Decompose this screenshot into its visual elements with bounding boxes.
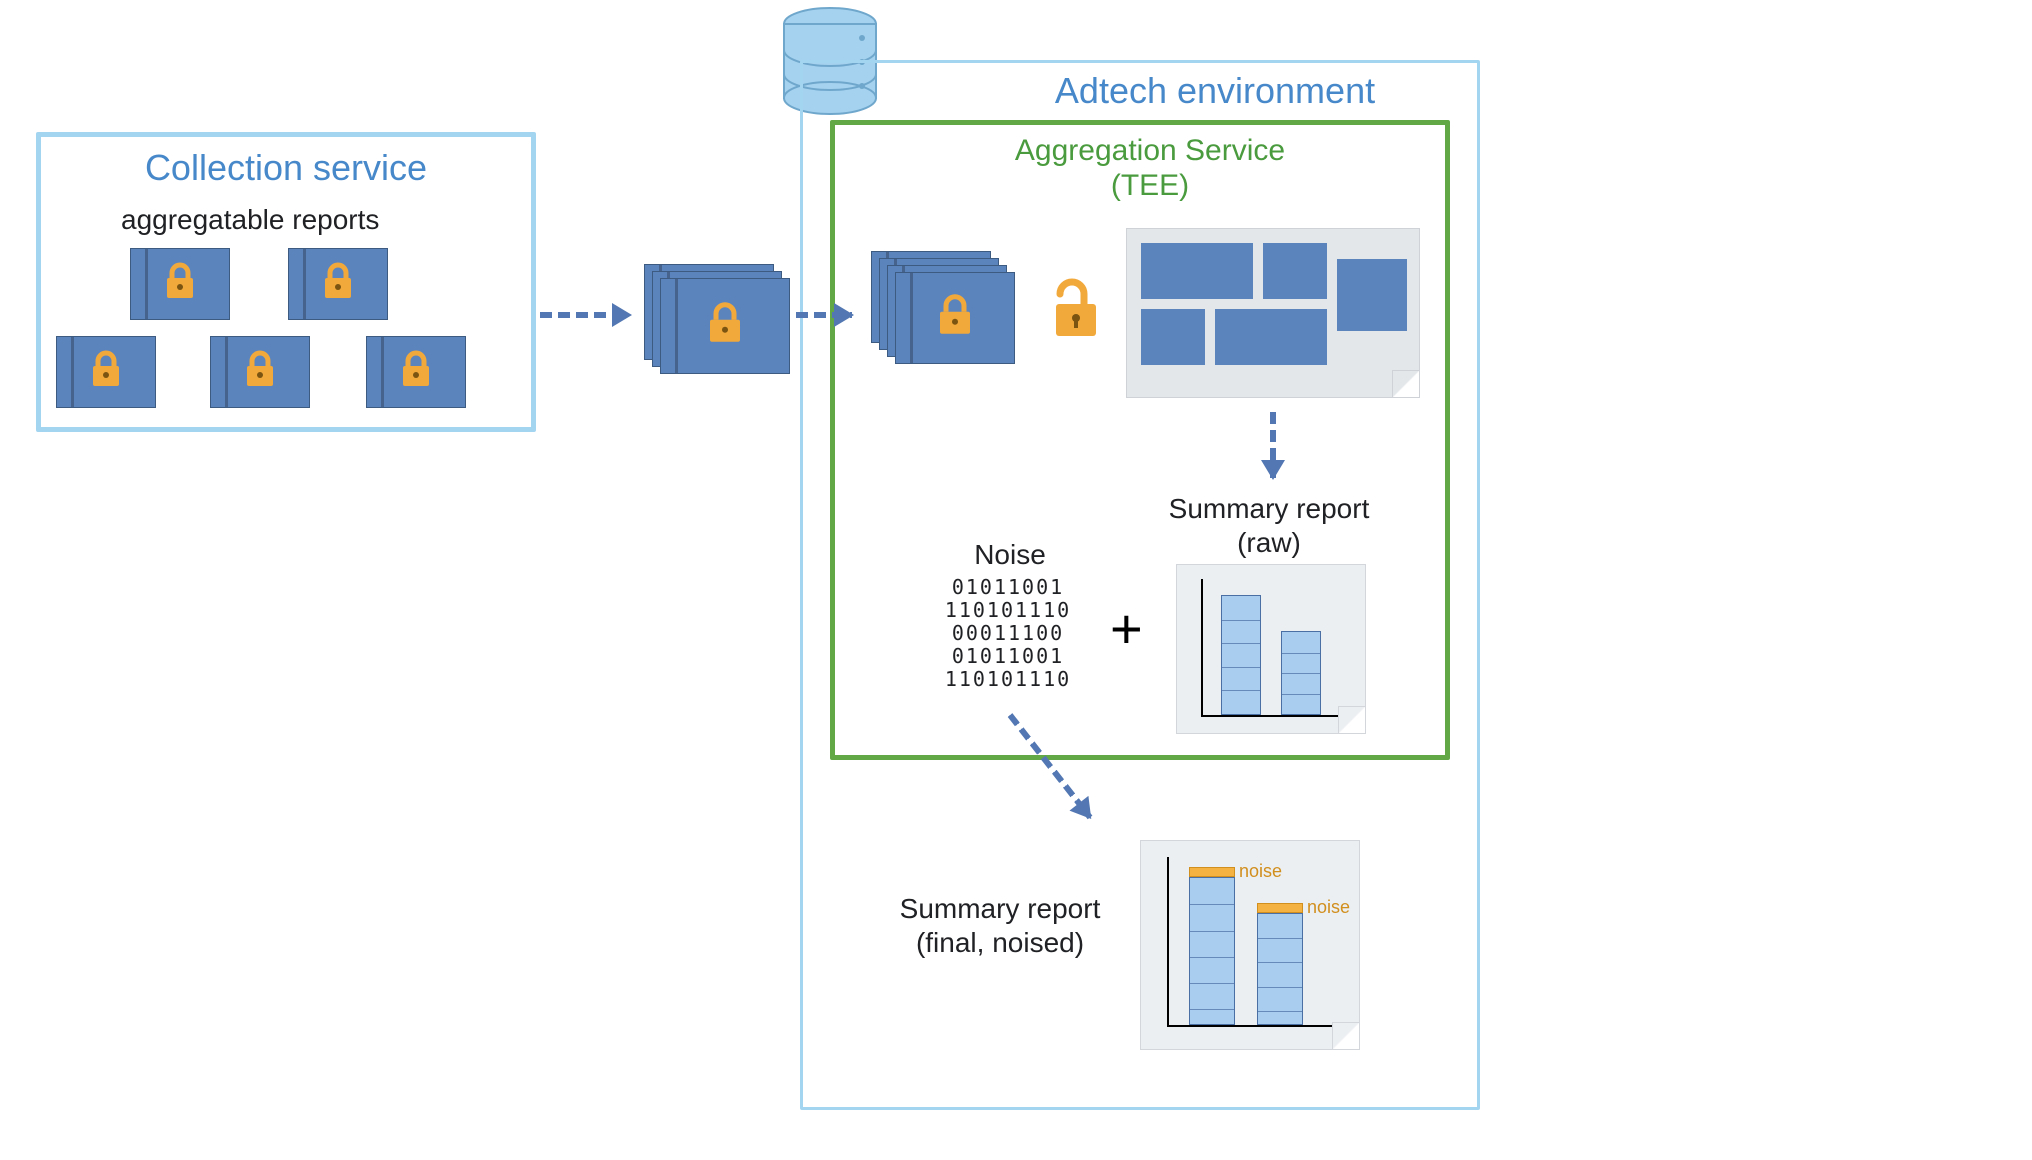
summary-raw-label: Summary report (raw) <box>1144 492 1394 559</box>
aggregation-service-title: Aggregation Service (TEE) <box>930 134 1370 203</box>
locked-doc <box>130 248 230 320</box>
locked-doc <box>210 336 310 408</box>
noise-bits: 01011001 110101110 00011100 01011001 110… <box>918 576 1098 691</box>
adtech-environment-title: Adtech environment <box>1000 70 1430 112</box>
lock-icon <box>163 262 197 302</box>
arrow-batch-to-aggregation <box>796 312 852 318</box>
noise-label: Noise <box>940 538 1080 572</box>
lock-icon <box>706 302 744 346</box>
arrow-to-raw-summary <box>1270 412 1276 478</box>
summary-raw-chart <box>1176 564 1366 734</box>
noise-tag: noise <box>1307 897 1350 918</box>
plus-symbol: + <box>1110 596 1143 661</box>
batched-reports-stack <box>660 278 790 374</box>
locked-doc <box>56 336 156 408</box>
collection-service-title: Collection service <box>41 147 531 189</box>
lock-icon <box>936 294 974 338</box>
encrypted-reports-stack <box>895 272 1015 364</box>
noise-tag: noise <box>1239 861 1282 882</box>
lock-icon <box>89 350 123 390</box>
lock-icon <box>321 262 355 302</box>
arrow-collection-to-batch <box>540 312 630 318</box>
locked-doc <box>288 248 388 320</box>
decrypted-data-sheet <box>1126 228 1420 398</box>
unlock-icon <box>1048 278 1104 347</box>
lock-icon <box>399 350 433 390</box>
summary-final-label: Summary report (final, noised) <box>870 892 1130 959</box>
collection-subtitle: aggregatable reports <box>41 203 531 237</box>
summary-final-chart: noise noise <box>1140 840 1360 1050</box>
lock-icon <box>243 350 277 390</box>
locked-doc <box>366 336 466 408</box>
